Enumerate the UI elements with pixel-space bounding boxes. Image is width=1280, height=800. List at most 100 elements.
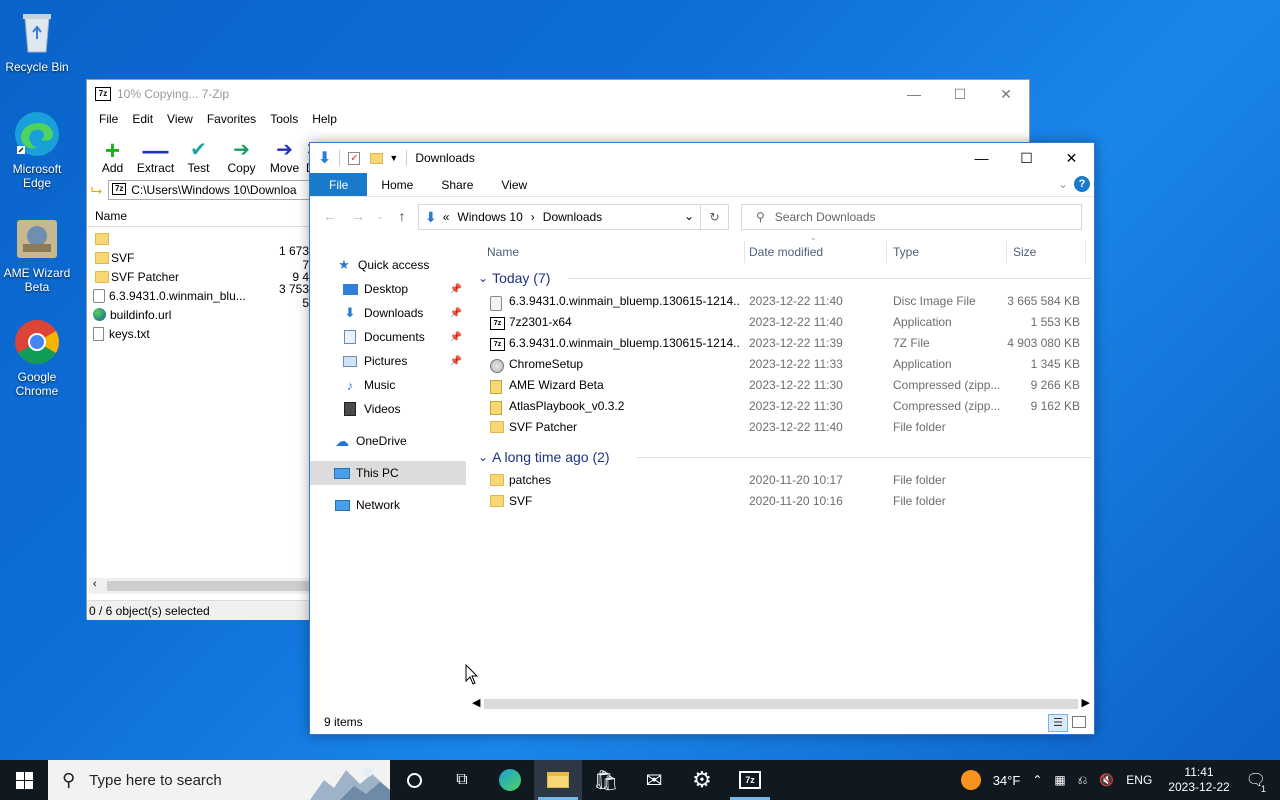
- folder-up-icon[interactable]: ⮡: [91, 182, 102, 199]
- column-name[interactable]: Name: [487, 245, 519, 259]
- back-arrow-icon[interactable]: ←: [316, 208, 344, 224]
- table-row[interactable]: ChromeSetup 2023-12-22 11:33 Application…: [476, 354, 1092, 375]
- nav-music[interactable]: ♪ Music: [310, 373, 466, 397]
- up-arrow-icon[interactable]: ↑: [388, 208, 416, 224]
- address-dropdown-icon[interactable]: ⌄: [684, 209, 694, 223]
- taskbar-store[interactable]: 🛍: [582, 760, 630, 800]
- menu-edit[interactable]: Edit: [126, 112, 159, 126]
- close-button[interactable]: ✕: [983, 80, 1029, 108]
- nav-documents[interactable]: Documents 📌: [310, 325, 466, 349]
- explorer-horizontal-scrollbar[interactable]: ◀ ▶: [470, 696, 1092, 712]
- usb-device-icon[interactable]: ▦: [1054, 773, 1065, 787]
- nav-downloads[interactable]: ⬇ Downloads 📌: [310, 301, 466, 325]
- column-divider[interactable]: [886, 241, 887, 263]
- language-indicator[interactable]: ENG: [1126, 773, 1152, 787]
- taskbar-mail[interactable]: ✉: [630, 760, 678, 800]
- extract-button[interactable]: — Extract: [134, 137, 177, 178]
- taskbar-7zip[interactable]: 7z: [726, 760, 774, 800]
- notifications-button[interactable]: 🗨 1: [1246, 770, 1266, 794]
- 7zip-horizontal-scrollbar[interactable]: ‹: [89, 578, 309, 594]
- minimize-button[interactable]: —: [959, 143, 1004, 173]
- column-divider[interactable]: [1006, 241, 1007, 263]
- clock[interactable]: 11:41 2023-12-22: [1168, 765, 1229, 795]
- close-button[interactable]: ✕: [1049, 143, 1094, 173]
- customize-toolbar-icon[interactable]: ▼: [389, 153, 398, 163]
- column-date-modified[interactable]: Date modified: [749, 245, 823, 259]
- menu-view[interactable]: View: [161, 112, 199, 126]
- taskbar-file-explorer[interactable]: [534, 760, 582, 800]
- weather-sun-icon[interactable]: [960, 770, 981, 790]
- search-box[interactable]: ⚲ Search Downloads: [741, 204, 1082, 230]
- tab-file[interactable]: File: [310, 173, 368, 196]
- table-row[interactable]: 7z 7z2301-x64 2023-12-22 11:40 Applicati…: [476, 312, 1092, 333]
- move-button[interactable]: ➔ Move: [263, 139, 306, 178]
- expand-ribbon-icon[interactable]: ⌄: [1058, 177, 1068, 191]
- weather-temperature[interactable]: 34°F: [993, 773, 1021, 788]
- table-row[interactable]: 6.3.9431.0.winmain_bluemp.130615-1214...…: [476, 291, 1092, 312]
- properties-icon[interactable]: ✓: [348, 151, 361, 165]
- desktop-icon-ame-wizard-beta[interactable]: AME Wizard Beta: [0, 214, 74, 294]
- desktop-icon-recycle-bin[interactable]: Recycle Bin: [0, 8, 74, 74]
- breadcrumb-downloads[interactable]: Downloads: [543, 210, 602, 224]
- forward-arrow-icon[interactable]: →: [344, 208, 372, 224]
- recent-locations-icon[interactable]: ⌄: [372, 212, 388, 221]
- help-icon[interactable]: ?: [1074, 176, 1090, 192]
- scroll-thumb[interactable]: [484, 699, 1078, 709]
- nav-this-pc[interactable]: This PC: [310, 461, 466, 485]
- copy-button[interactable]: ➔ Copy: [220, 139, 263, 178]
- taskbar-edge[interactable]: [486, 760, 534, 800]
- taskbar-settings[interactable]: ⚙: [678, 760, 726, 800]
- network-status-icon[interactable]: ⎌: [1078, 773, 1088, 788]
- address-bar[interactable]: ⬇ « Windows 10 › Downloads ⌄: [418, 204, 701, 230]
- taskbar-search-box[interactable]: ⚲ Type here to search: [48, 760, 390, 800]
- volume-muted-icon[interactable]: 🔇: [1099, 773, 1114, 787]
- start-button[interactable]: [0, 760, 48, 800]
- explorer-titlebar[interactable]: ⬇ ✓ ▼ Downloads — ☐ ✕: [310, 143, 1094, 173]
- tab-share[interactable]: Share: [427, 173, 487, 196]
- new-folder-icon[interactable]: [370, 152, 384, 164]
- scroll-thumb[interactable]: [107, 581, 309, 591]
- desktop-icon-google-chrome[interactable]: Google Chrome: [0, 318, 74, 398]
- nav-desktop[interactable]: Desktop 📌: [310, 277, 466, 301]
- maximize-button[interactable]: ☐: [937, 80, 983, 108]
- 7zip-titlebar[interactable]: 7z 10% Copying... 7-Zip — ☐ ✕: [87, 80, 1029, 108]
- breadcrumb-windows-10[interactable]: Windows 10: [457, 210, 522, 224]
- nav-videos[interactable]: Videos: [310, 397, 466, 421]
- show-hidden-icons-icon[interactable]: ⌃: [1032, 773, 1042, 787]
- column-divider[interactable]: [744, 241, 745, 263]
- scroll-left-icon[interactable]: ◀: [472, 696, 480, 709]
- test-button[interactable]: ✔ Test: [177, 139, 220, 178]
- nav-quick-access[interactable]: ★ Quick access: [310, 253, 466, 277]
- table-row[interactable]: SVF 2020-11-20 10:16 File folder: [476, 491, 1092, 512]
- menu-file[interactable]: File: [93, 112, 124, 126]
- table-row[interactable]: SVF Patcher 2023-12-22 11:40 File folder: [476, 417, 1092, 438]
- add-button[interactable]: + Add: [91, 137, 134, 178]
- table-row[interactable]: 7z 6.3.9431.0.winmain_bluemp.130615-1214…: [476, 333, 1092, 354]
- cortana-button[interactable]: [390, 760, 438, 800]
- menu-tools[interactable]: Tools: [264, 112, 304, 126]
- nav-onedrive[interactable]: ☁ OneDrive: [310, 429, 466, 453]
- large-icons-view-icon[interactable]: [1072, 716, 1086, 728]
- menu-favorites[interactable]: Favorites: [201, 112, 262, 126]
- scroll-right-icon[interactable]: ▶: [1082, 696, 1090, 709]
- explorer-window[interactable]: ⬇ ✓ ▼ Downloads — ☐ ✕ File Home Share Vi…: [309, 142, 1095, 735]
- task-view-button[interactable]: ⧉: [438, 760, 486, 800]
- minimize-button[interactable]: —: [891, 80, 937, 108]
- tab-view[interactable]: View: [487, 173, 541, 196]
- desktop-icon-microsoft-edge[interactable]: Microsoft Edge: [0, 110, 74, 190]
- column-type[interactable]: Type: [893, 245, 919, 259]
- breadcrumb-overflow[interactable]: «: [443, 210, 450, 224]
- menu-help[interactable]: Help: [306, 112, 343, 126]
- group-header-today[interactable]: ⌄ Today (7): [476, 265, 1092, 291]
- nav-pictures[interactable]: Pictures 📌: [310, 349, 466, 373]
- column-size[interactable]: Size: [1013, 245, 1036, 259]
- maximize-button[interactable]: ☐: [1004, 143, 1049, 173]
- table-row[interactable]: patches 2020-11-20 10:17 File folder: [476, 470, 1092, 491]
- table-row[interactable]: AME Wizard Beta 2023-12-22 11:30 Compres…: [476, 375, 1092, 396]
- refresh-button[interactable]: ↻: [701, 204, 729, 230]
- details-view-icon[interactable]: ☰: [1048, 714, 1068, 732]
- table-row[interactable]: AtlasPlaybook_v0.3.2 2023-12-22 11:30 Co…: [476, 396, 1092, 417]
- nav-network[interactable]: Network: [310, 493, 466, 517]
- column-divider[interactable]: [1085, 241, 1086, 263]
- tab-home[interactable]: Home: [367, 173, 427, 196]
